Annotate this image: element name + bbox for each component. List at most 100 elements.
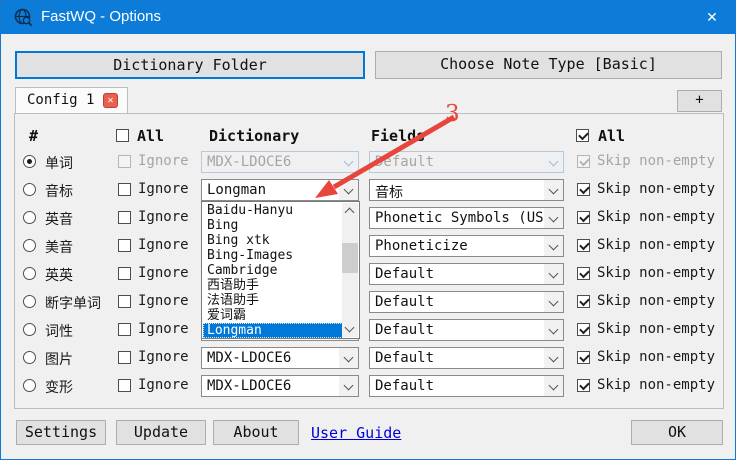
field-select-5[interactable]: Default (369, 291, 564, 313)
all-skip-label: All (598, 127, 625, 145)
ignore-checkbox-4[interactable] (118, 267, 131, 280)
field-select-8[interactable]: Default (369, 375, 564, 397)
ignore-label-7: Ignore (138, 349, 189, 365)
row-radio-3[interactable] (23, 239, 36, 252)
skip-label-8: Skip non-empty (597, 377, 715, 393)
scroll-up-icon[interactable] (342, 203, 358, 219)
row-radio-4[interactable] (23, 267, 36, 280)
row-radio-7[interactable] (23, 351, 36, 364)
field-select-0: Default (369, 151, 564, 173)
skip-label-1: Skip non-empty (597, 181, 715, 197)
ignore-checkbox-8[interactable] (118, 379, 131, 392)
field-value-5: Default (375, 294, 434, 310)
skip-checkbox-6[interactable] (577, 323, 590, 336)
dictionary-value-8: MDX-LDOCE6 (207, 378, 291, 394)
field-select-2[interactable]: Phonetic Symbols (US) (369, 207, 564, 229)
field-select-6[interactable]: Default (369, 319, 564, 341)
chevron-down-icon[interactable] (544, 348, 563, 368)
ignore-checkbox-7[interactable] (118, 351, 131, 364)
ignore-label-6: Ignore (138, 321, 189, 337)
skip-label-6: Skip non-empty (597, 321, 715, 337)
chevron-down-icon[interactable] (544, 292, 563, 312)
user-guide-link[interactable]: User Guide (311, 424, 401, 442)
row-radio-6[interactable] (23, 323, 36, 336)
skip-checkbox-5[interactable] (577, 295, 590, 308)
dictionary-select-1[interactable]: Longman (201, 179, 359, 201)
skip-checkbox-2[interactable] (577, 211, 590, 224)
chevron-down-icon[interactable] (544, 376, 563, 396)
title-bar[interactable]: FastWQ - Options ✕ (1, 1, 735, 34)
skip-label-3: Skip non-empty (597, 237, 715, 253)
ignore-checkbox-1[interactable] (118, 183, 131, 196)
row-radio-2[interactable] (23, 211, 36, 224)
ignore-label-8: Ignore (138, 377, 189, 393)
field-select-3[interactable]: Phoneticize (369, 235, 564, 257)
ignore-checkbox-3[interactable] (118, 239, 131, 252)
annotation-number: 3 (445, 101, 460, 127)
dropdown-option[interactable]: Baidu-Hanyu (203, 203, 343, 218)
field-select-4[interactable]: Default (369, 263, 564, 285)
dictionary-select-8[interactable]: MDX-LDOCE6 (201, 375, 359, 397)
dropdown-option[interactable]: Bing xtk (203, 233, 343, 248)
all-ignore-checkbox[interactable] (116, 129, 129, 142)
skip-checkbox-1[interactable] (577, 183, 590, 196)
close-window-button[interactable]: ✕ (689, 1, 735, 34)
skip-checkbox-8[interactable] (577, 379, 590, 392)
dropdown-option[interactable]: 西语助手 (203, 278, 343, 293)
skip-checkbox-7[interactable] (577, 351, 590, 364)
skip-checkbox-3[interactable] (577, 239, 590, 252)
ok-button[interactable]: OK (631, 420, 723, 445)
field-value-4: Default (375, 266, 434, 282)
skip-label-0: Skip non-empty (597, 153, 715, 169)
chevron-down-icon[interactable] (544, 236, 563, 256)
row-label-8: 变形 (45, 377, 73, 397)
field-value-0: Default (375, 154, 434, 170)
field-select-7[interactable]: Default (369, 347, 564, 369)
skip-checkbox-4[interactable] (577, 267, 590, 280)
dropdown-option-selected[interactable]: Longman (203, 323, 343, 338)
chevron-down-icon[interactable] (339, 348, 358, 368)
field-value-1: 音标 (375, 182, 403, 202)
dropdown-option[interactable]: Cambridge (203, 263, 343, 278)
chevron-down-icon[interactable] (544, 208, 563, 228)
chevron-down-icon[interactable] (339, 376, 358, 396)
dropdown-option[interactable]: 法语助手 (203, 293, 343, 308)
ignore-checkbox-2[interactable] (118, 211, 131, 224)
ignore-label-0: Ignore (138, 153, 189, 169)
column-header-dictionary: Dictionary (209, 127, 299, 145)
row-radio-8[interactable] (23, 379, 36, 392)
chevron-down-icon[interactable] (544, 264, 563, 284)
ignore-checkbox-5[interactable] (118, 295, 131, 308)
row-radio-1[interactable] (23, 183, 36, 196)
row-radio-5[interactable] (23, 295, 36, 308)
choose-note-type-button[interactable]: Choose Note Type [Basic] (375, 51, 722, 79)
field-value-2: Phonetic Symbols (US) (375, 210, 552, 226)
dropdown-scrollbar[interactable] (342, 203, 358, 337)
field-select-1[interactable]: 音标 (369, 179, 564, 201)
row-radio-0[interactable] (23, 155, 36, 168)
chevron-down-icon[interactable] (339, 180, 358, 200)
dictionary-select-7[interactable]: MDX-LDOCE6 (201, 347, 359, 369)
tab-close-icon[interactable]: ✕ (103, 93, 118, 108)
all-skip-checkbox[interactable] (576, 129, 589, 142)
about-button[interactable]: About (213, 420, 299, 445)
dictionary-value-7: MDX-LDOCE6 (207, 350, 291, 366)
dropdown-option[interactable]: Bing-Images (203, 248, 343, 263)
ignore-checkbox-6[interactable] (118, 323, 131, 336)
scroll-down-icon[interactable] (342, 321, 358, 337)
skip-label-5: Skip non-empty (597, 293, 715, 309)
tab-config-1[interactable]: Config 1 ✕ (15, 87, 128, 114)
dictionary-dropdown-list: Baidu-Hanyu Bing Bing xtk Bing-Images Ca… (201, 201, 360, 339)
chevron-down-icon[interactable] (544, 180, 563, 200)
add-tab-button[interactable]: + (677, 90, 722, 112)
scrollbar-thumb[interactable] (342, 243, 358, 273)
ignore-label-2: Ignore (138, 209, 189, 225)
field-value-6: Default (375, 322, 434, 338)
settings-button[interactable]: Settings (16, 420, 106, 445)
update-button[interactable]: Update (116, 420, 206, 445)
dropdown-option[interactable]: 爱词霸 (203, 308, 343, 323)
chevron-down-icon[interactable] (544, 320, 563, 340)
ignore-label-1: Ignore (138, 181, 189, 197)
dropdown-option[interactable]: Bing (203, 218, 343, 233)
dictionary-folder-button[interactable]: Dictionary Folder (15, 51, 365, 79)
